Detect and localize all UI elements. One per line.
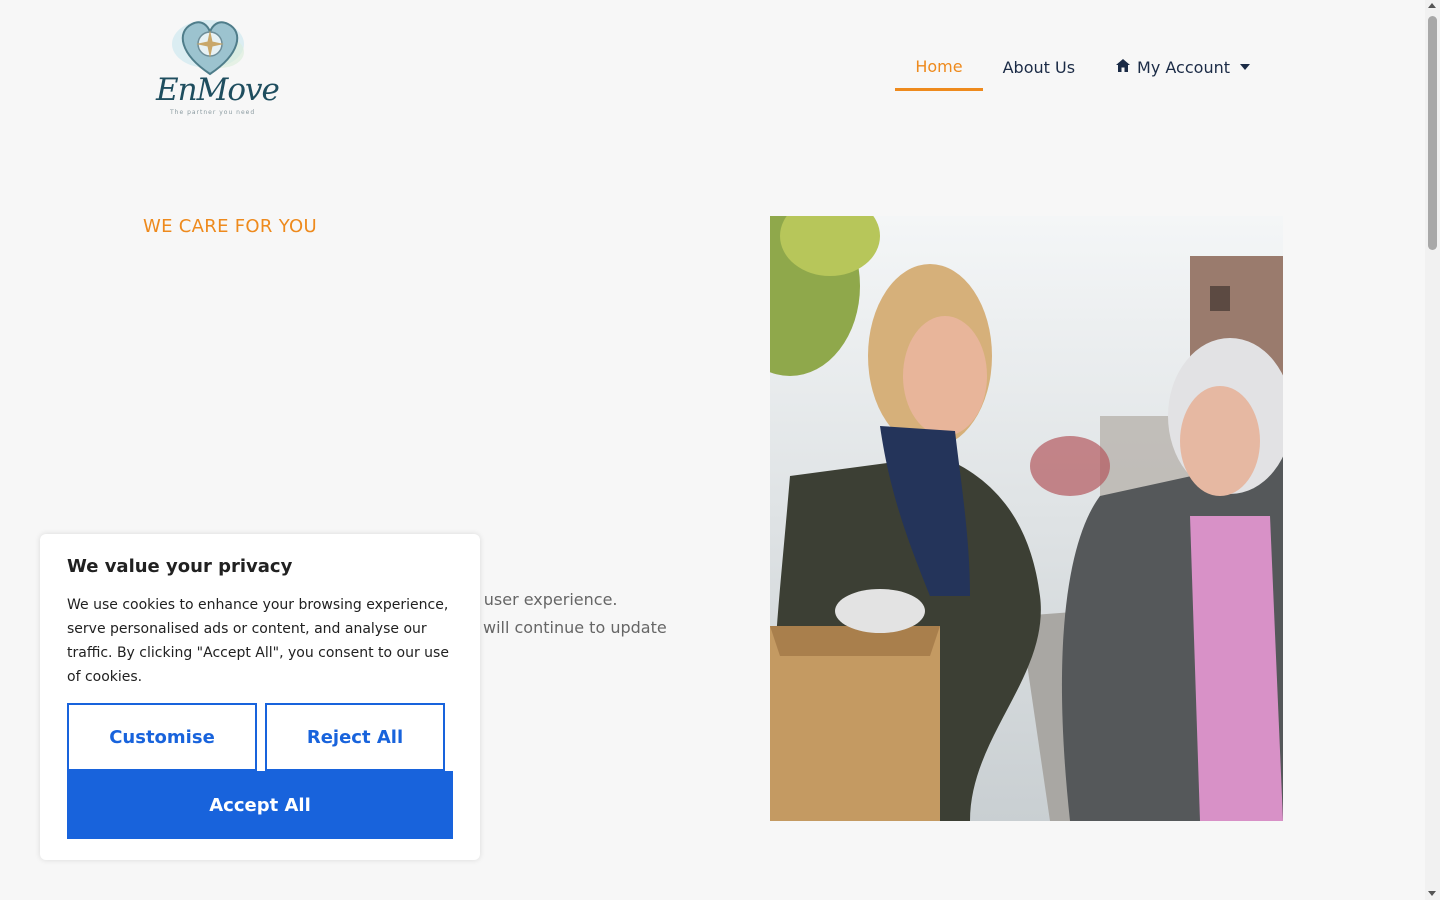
chevron-down-icon [1240, 64, 1250, 70]
cookie-consent-banner: We value your privacy We use cookies to … [40, 534, 480, 860]
hero-eyebrow: WE CARE FOR YOU [143, 216, 317, 237]
home-icon [1115, 58, 1131, 77]
scroll-down-arrow-icon[interactable] [1428, 891, 1436, 896]
nav-home[interactable]: Home [895, 44, 983, 91]
logo-tagline: The partner you need [170, 109, 256, 116]
customise-button[interactable]: Customise [67, 703, 257, 771]
scroll-thumb[interactable] [1428, 16, 1437, 250]
site-logo[interactable]: EnMove The partner you need [150, 12, 280, 122]
nav-my-account[interactable]: My Account [1095, 44, 1270, 90]
cookie-title: We value your privacy [67, 556, 293, 577]
hero-body-line1: user experience. [478, 590, 618, 609]
logo-wordmark: EnMove [156, 72, 280, 108]
accept-all-button[interactable]: Accept All [67, 771, 453, 839]
hero-photo [770, 216, 1283, 821]
main-nav: Home About Us My Account [895, 44, 1270, 92]
cookie-body: We use cookies to enhance your browsing … [67, 597, 449, 685]
nav-about-us[interactable]: About Us [983, 44, 1095, 90]
caregiver-photo-image [770, 216, 1283, 821]
reject-all-button[interactable]: Reject All [265, 703, 445, 771]
page-scrollbar[interactable] [1425, 0, 1440, 900]
nav-about-label: About Us [1002, 57, 1076, 77]
nav-my-account-label: My Account [1137, 57, 1230, 77]
scroll-up-arrow-icon[interactable] [1428, 3, 1436, 8]
nav-home-label: Home [915, 56, 963, 76]
